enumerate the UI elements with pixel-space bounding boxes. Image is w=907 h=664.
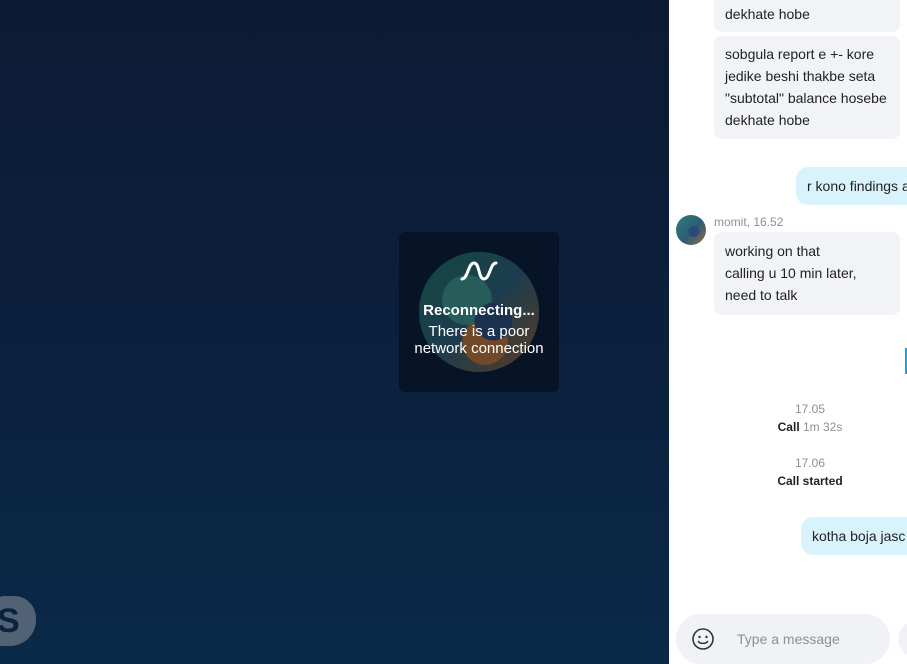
message-composer: [676, 614, 890, 664]
logo-letter: S: [0, 602, 20, 640]
network-warning: There is a poor network connection: [414, 323, 544, 357]
sender-avatar[interactable]: [676, 215, 706, 245]
event-label: Call: [777, 420, 800, 434]
message-bubble-incoming[interactable]: dekhate hobe: [714, 0, 900, 32]
sender-name-time: momit, 16.52: [714, 215, 784, 229]
call-event: 17.05 Call 1m 32s: [740, 402, 880, 434]
audio-wave-icon: [460, 261, 498, 281]
call-stage: Reconnecting... There is a poor network …: [0, 0, 669, 664]
message-text: r kono findings a: [807, 178, 907, 194]
message-bubble-outgoing[interactable]: kotha boja jasc: [801, 517, 907, 555]
event-label: Call started: [777, 474, 843, 488]
call-event: 17.06 Call started: [740, 456, 880, 488]
message-text: dekhate hobe: [725, 6, 810, 22]
message-bubble-outgoing[interactable]: r kono findings a: [796, 167, 907, 205]
message-text: sobgula report e +- kore jedike beshi th…: [725, 46, 887, 128]
participant-tile[interactable]: Reconnecting... There is a poor network …: [399, 232, 559, 392]
event-time: 17.05: [794, 402, 826, 416]
event-time: 17.06: [794, 456, 826, 470]
message-text: kotha boja jasc: [812, 528, 906, 544]
reconnecting-status: Reconnecting...: [423, 302, 535, 319]
composer-side-button[interactable]: [898, 621, 907, 657]
smiley-icon[interactable]: [691, 627, 715, 651]
message-bubble-incoming[interactable]: sobgula report e +- kore jedike beshi th…: [714, 36, 900, 139]
skype-logo-icon: S: [0, 596, 36, 646]
message-input[interactable]: [737, 628, 882, 650]
message-text: working on that calling u 10 min later, …: [725, 243, 857, 303]
chat-panel: dekhate hobe sobgula report e +- kore je…: [669, 0, 907, 664]
event-duration: 1m 32s: [803, 420, 843, 434]
message-bubble-incoming[interactable]: working on that calling u 10 min later, …: [714, 232, 900, 315]
